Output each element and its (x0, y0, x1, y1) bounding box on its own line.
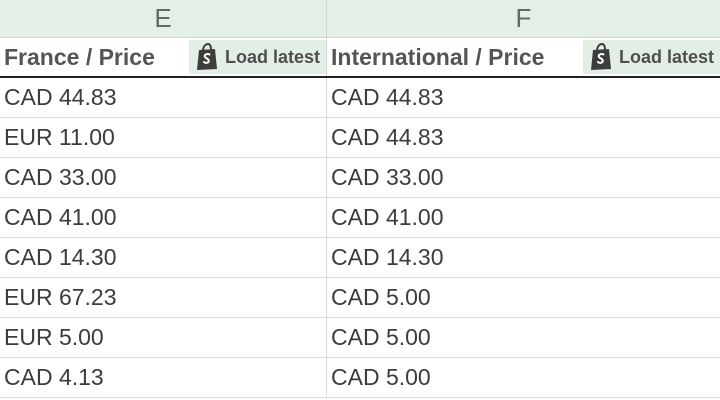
cell-france-price[interactable]: EUR 67.23 (0, 278, 327, 317)
cell-international-price[interactable]: CAD 41.00 (327, 198, 720, 237)
column-header-f[interactable]: F (327, 0, 720, 38)
table-row: CAD 41.00 CAD 41.00 (0, 198, 720, 238)
header-cell-international-price[interactable]: International / Price Load latest (327, 38, 720, 76)
cell-france-price[interactable]: CAD 41.00 (0, 198, 327, 237)
cell-france-price[interactable]: EUR 11.00 (0, 118, 327, 157)
table-row: CAD 4.13 CAD 5.00 (0, 358, 720, 398)
cell-international-price[interactable]: CAD 33.00 (327, 158, 720, 197)
shopify-bag-icon (590, 43, 611, 70)
table-row: EUR 5.00 CAD 5.00 (0, 318, 720, 358)
cell-international-price[interactable]: CAD 44.83 (327, 118, 720, 157)
header-title: International / Price (331, 43, 545, 70)
load-latest-button[interactable]: Load latest (582, 40, 720, 74)
data-rows: CAD 44.83 CAD 44.83 EUR 11.00 CAD 44.83 … (0, 78, 720, 398)
cell-france-price[interactable]: CAD 44.83 (0, 78, 327, 117)
cell-international-price[interactable]: CAD 5.00 (327, 318, 720, 357)
cell-international-price[interactable]: CAD 14.30 (327, 238, 720, 277)
table-row: EUR 11.00 CAD 44.83 (0, 118, 720, 158)
cell-france-price[interactable]: EUR 5.00 (0, 318, 327, 357)
cell-france-price[interactable]: CAD 33.00 (0, 158, 327, 197)
table-row: EUR 67.23 CAD 5.00 (0, 278, 720, 318)
spreadsheet: E F France / Price Load latest Internati… (0, 0, 720, 400)
column-header-e[interactable]: E (0, 0, 327, 38)
cell-international-price[interactable]: CAD 44.83 (327, 78, 720, 117)
header-cell-france-price[interactable]: France / Price Load latest (0, 38, 327, 76)
cell-france-price[interactable]: CAD 14.30 (0, 238, 327, 277)
load-latest-button[interactable]: Load latest (188, 40, 326, 74)
table-row: CAD 33.00 CAD 33.00 (0, 158, 720, 198)
column-header-row: E F (0, 0, 720, 38)
cell-international-price[interactable]: CAD 5.00 (327, 278, 720, 317)
table-row: CAD 44.83 CAD 44.83 (0, 78, 720, 118)
table-row: CAD 14.30 CAD 14.30 (0, 238, 720, 278)
header-row: France / Price Load latest International… (0, 38, 720, 78)
header-title: France / Price (4, 43, 155, 70)
cell-france-price[interactable]: CAD 4.13 (0, 358, 327, 397)
shopify-bag-icon (196, 43, 217, 70)
load-latest-label: Load latest (618, 46, 714, 67)
cell-international-price[interactable]: CAD 5.00 (327, 358, 720, 397)
load-latest-label: Load latest (224, 46, 320, 67)
